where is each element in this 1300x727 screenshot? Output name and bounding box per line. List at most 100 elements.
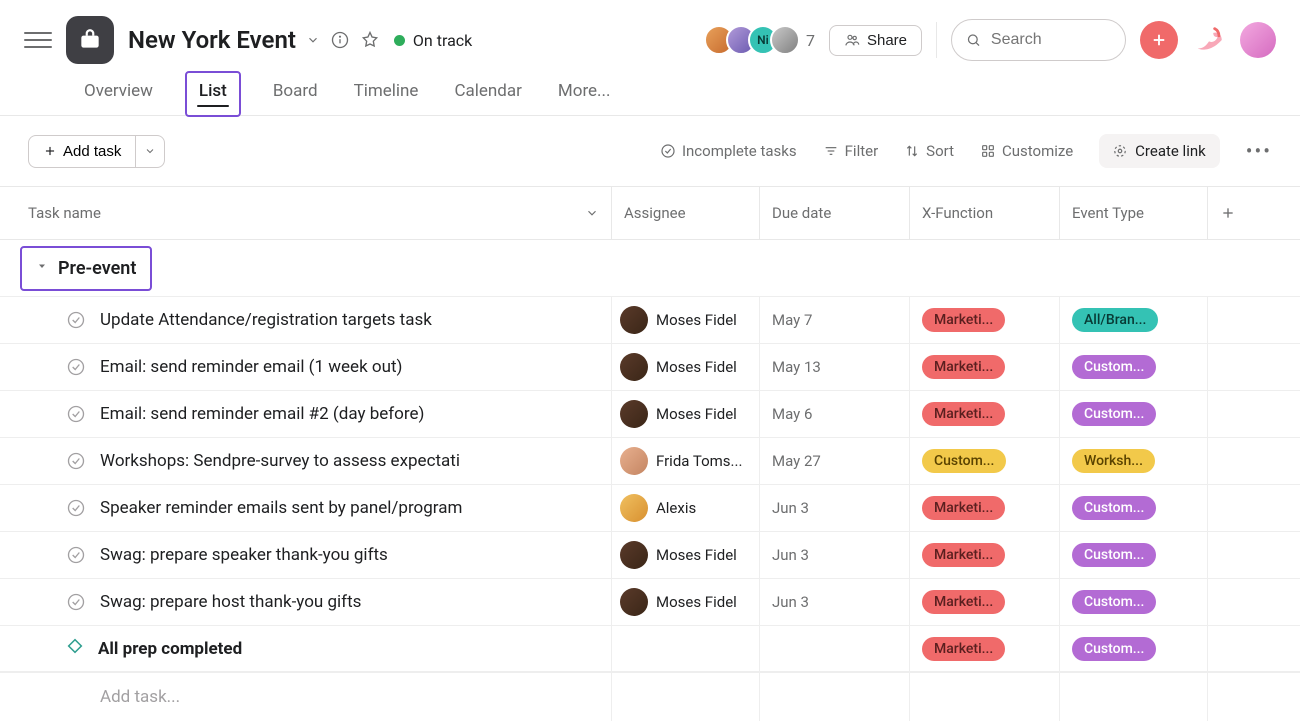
complete-checkbox[interactable] <box>66 310 86 330</box>
chevron-down-icon[interactable] <box>306 33 320 47</box>
task-name-cell[interactable]: Email: send reminder email #2 (day befor… <box>0 391 612 437</box>
task-name-cell[interactable]: Update Attendance/registration targets t… <box>0 297 612 343</box>
task-name: Workshops: Sendpre-survey to assess expe… <box>100 451 460 471</box>
task-name-cell[interactable]: Swag: prepare host thank-you gifts <box>0 579 612 625</box>
task-name-cell[interactable]: Swag: prepare speaker thank-you gifts <box>0 532 612 578</box>
tab-list[interactable]: List <box>185 71 241 117</box>
assignee-cell[interactable]: Moses Fidel <box>612 297 760 343</box>
task-row[interactable]: Update Attendance/registration targets t… <box>0 296 1300 343</box>
due-date-cell[interactable]: May 13 <box>760 344 910 390</box>
tab-calendar[interactable]: Calendar <box>450 81 525 115</box>
due-date-cell[interactable]: May 7 <box>760 297 910 343</box>
column-event-type[interactable]: Event Type <box>1060 187 1208 239</box>
complete-checkbox[interactable] <box>66 451 86 471</box>
task-name-cell[interactable]: Workshops: Sendpre-survey to assess expe… <box>0 438 612 484</box>
xfunction-cell[interactable]: Marketi... <box>910 391 1060 437</box>
share-button[interactable]: Share <box>829 25 922 56</box>
xfunction-cell[interactable]: Marketi... <box>910 485 1060 531</box>
status-chip[interactable]: On track <box>394 31 472 50</box>
add-task-inline[interactable]: Add task... <box>0 673 612 721</box>
assignee-cell[interactable]: Moses Fidel <box>612 532 760 578</box>
xfunction-cell[interactable]: Custom... <box>910 438 1060 484</box>
assignee-cell[interactable]: Moses Fidel <box>612 344 760 390</box>
column-assignee[interactable]: Assignee <box>612 187 760 239</box>
task-row[interactable]: Speaker reminder emails sent by panel/pr… <box>0 484 1300 531</box>
assignee-cell[interactable]: Moses Fidel <box>612 391 760 437</box>
task-row[interactable]: Swag: prepare speaker thank-you giftsMos… <box>0 531 1300 578</box>
complete-checkbox[interactable] <box>66 498 86 518</box>
assignee-cell[interactable]: Alexis <box>612 485 760 531</box>
xfunction-cell[interactable]: Marketi... <box>910 532 1060 578</box>
complete-checkbox[interactable] <box>66 404 86 424</box>
event-type-pill: Custom... <box>1072 543 1156 567</box>
task-name: All prep completed <box>98 639 242 659</box>
task-name-cell[interactable]: Speaker reminder emails sent by panel/pr… <box>0 485 612 531</box>
project-title[interactable]: New York Event <box>128 26 296 54</box>
due-date-cell[interactable]: Jun 3 <box>760 579 910 625</box>
event-type-pill: Custom... <box>1072 637 1156 661</box>
task-name-cell[interactable]: Email: send reminder email (1 week out) <box>0 344 612 390</box>
assignee-cell[interactable] <box>612 626 760 671</box>
incomplete-tasks-filter[interactable]: Incomplete tasks <box>660 142 797 160</box>
add-task-dropdown[interactable] <box>135 135 165 168</box>
filter-button[interactable]: Filter <box>823 142 879 160</box>
event-type-cell[interactable]: Custom... <box>1060 626 1208 671</box>
event-type-cell[interactable]: Custom... <box>1060 485 1208 531</box>
add-column-button[interactable] <box>1208 187 1300 239</box>
xfunction-cell[interactable]: Marketi... <box>910 344 1060 390</box>
due-date-cell[interactable]: May 27 <box>760 438 910 484</box>
event-type-cell[interactable]: Worksh... <box>1060 438 1208 484</box>
xfunction-cell[interactable]: Marketi... <box>910 297 1060 343</box>
info-icon[interactable] <box>330 30 350 50</box>
assignee-cell[interactable]: Frida Toms... <box>612 438 760 484</box>
global-add-button[interactable] <box>1140 21 1178 59</box>
task-row[interactable]: Swag: prepare host thank-you gifts Moses … <box>0 578 1300 625</box>
customize-button[interactable]: Customize <box>980 142 1073 160</box>
complete-checkbox[interactable] <box>66 357 86 377</box>
status-label: On track <box>413 31 472 50</box>
event-type-cell[interactable]: Custom... <box>1060 532 1208 578</box>
user-avatar[interactable] <box>1240 22 1276 58</box>
create-link-button[interactable]: Create link <box>1099 134 1220 168</box>
due-date-cell[interactable]: May 6 <box>760 391 910 437</box>
tab-overview[interactable]: Overview <box>80 81 157 115</box>
event-type-cell[interactable]: Custom... <box>1060 391 1208 437</box>
search-box[interactable] <box>951 19 1126 61</box>
milestone-icon[interactable] <box>66 637 84 660</box>
star-icon[interactable] <box>360 30 380 50</box>
event-type-cell[interactable]: All/Bran... <box>1060 297 1208 343</box>
sort-button[interactable]: Sort <box>904 142 954 160</box>
task-row[interactable]: Email: send reminder email (1 week out)M… <box>0 343 1300 390</box>
menu-toggle[interactable] <box>24 26 52 54</box>
task-row[interactable]: Email: send reminder email #2 (day befor… <box>0 390 1300 437</box>
tab-board[interactable]: Board <box>269 81 322 115</box>
upgrade-icon[interactable] <box>1192 23 1226 57</box>
assignee-cell[interactable]: Moses Fidel <box>612 579 760 625</box>
column-due-date[interactable]: Due date <box>760 187 910 239</box>
due-date-cell[interactable] <box>760 626 910 671</box>
add-task-button[interactable]: Add task <box>28 135 135 168</box>
chevron-down-icon[interactable] <box>585 206 599 220</box>
more-actions[interactable]: ••• <box>1246 139 1272 163</box>
column-xfunction[interactable]: X-Function <box>910 187 1060 239</box>
task-row[interactable]: All prep completed Marketi... Custom... <box>0 625 1300 672</box>
task-row[interactable]: Workshops: Sendpre-survey to assess expe… <box>0 437 1300 484</box>
search-input[interactable] <box>991 31 1111 49</box>
section-header[interactable]: Pre-event <box>20 246 152 291</box>
complete-checkbox[interactable] <box>66 545 86 565</box>
xfunction-cell[interactable]: Marketi... <box>910 626 1060 671</box>
event-type-pill: Custom... <box>1072 590 1156 614</box>
collaborator-stack[interactable]: Ni 7 <box>712 25 815 55</box>
task-name-cell[interactable]: All prep completed <box>0 626 612 671</box>
event-type-cell[interactable]: Custom... <box>1060 344 1208 390</box>
complete-checkbox[interactable] <box>66 592 86 612</box>
due-date-cell[interactable]: Jun 3 <box>760 532 910 578</box>
event-type-cell[interactable]: Custom... <box>1060 579 1208 625</box>
column-task-name[interactable]: Task name <box>0 187 612 239</box>
assignee-name: Moses Fidel <box>656 593 737 611</box>
due-date-cell[interactable]: Jun 3 <box>760 485 910 531</box>
link-icon <box>1113 144 1127 158</box>
tab-more[interactable]: More... <box>554 81 615 115</box>
tab-timeline[interactable]: Timeline <box>350 81 423 115</box>
xfunction-cell[interactable]: Marketi... <box>910 579 1060 625</box>
